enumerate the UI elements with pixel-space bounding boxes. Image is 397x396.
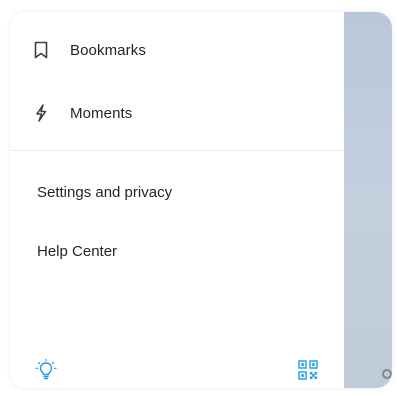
menu-item-bookmarks[interactable]: Bookmarks — [32, 35, 146, 65]
menu-item-label: Moments — [70, 104, 133, 122]
screen: Bookmarks Moments Settings and privacy H… — [0, 0, 397, 396]
navigation-drawer: Bookmarks Moments Settings and privacy H… — [10, 12, 344, 388]
backdrop-partial-icon — [382, 369, 392, 379]
bookmark-icon — [32, 41, 50, 59]
drawer-card: Bookmarks Moments Settings and privacy H… — [10, 12, 392, 388]
backdrop-overlay[interactable] — [344, 12, 392, 388]
lightbulb-icon[interactable] — [34, 358, 58, 382]
qr-code-icon[interactable] — [298, 360, 318, 380]
divider — [10, 150, 344, 151]
lightning-icon — [32, 104, 50, 122]
menu-item-moments[interactable]: Moments — [32, 98, 132, 128]
help-center-link[interactable]: Help Center — [37, 241, 117, 263]
settings-and-privacy-link[interactable]: Settings and privacy — [37, 182, 172, 204]
menu-item-label: Bookmarks — [70, 41, 146, 59]
drawer-footer — [10, 352, 344, 388]
